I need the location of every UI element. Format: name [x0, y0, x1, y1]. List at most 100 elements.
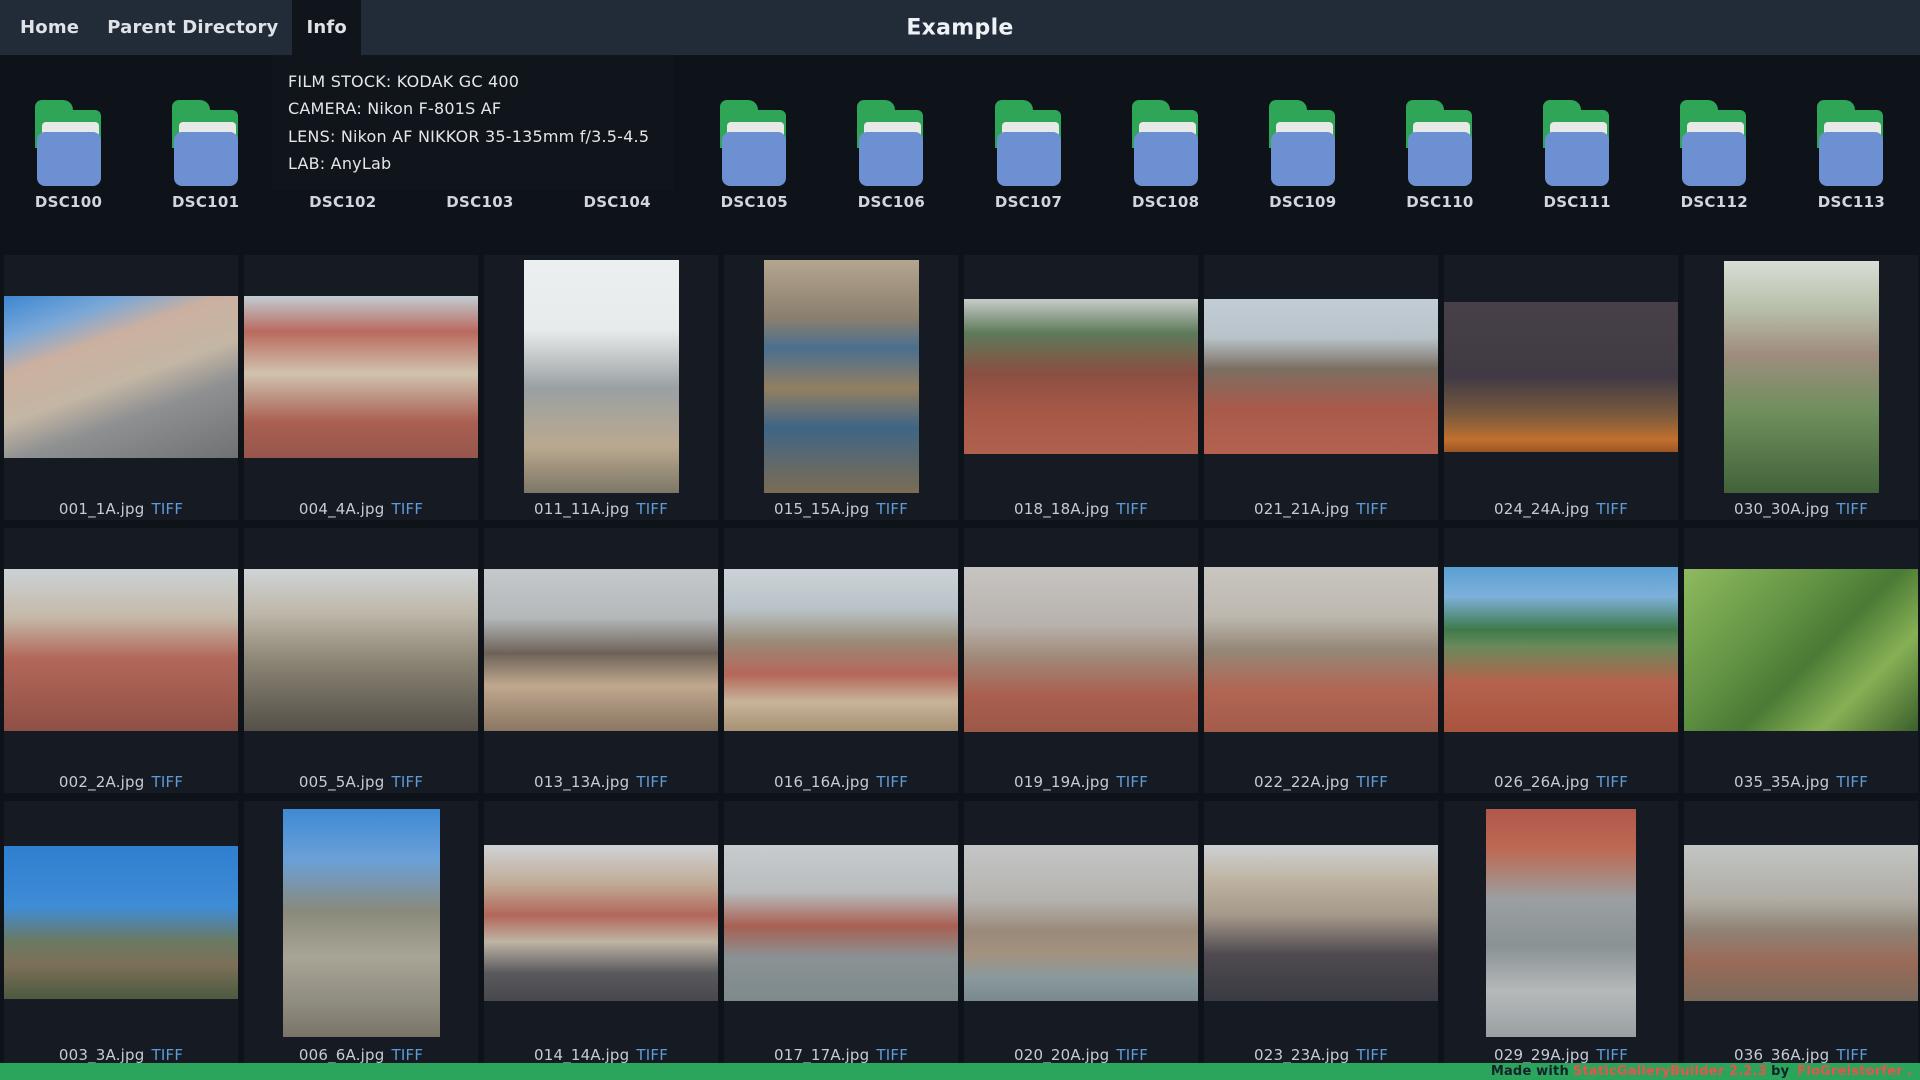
folder-dsc113[interactable]: DSC113: [1783, 100, 1920, 240]
photo-caption: 035_35A.jpg TIFF: [1684, 771, 1918, 793]
photo-filename: 026_26A.jpg: [1494, 773, 1589, 791]
photo-thumbnail[interactable]: [964, 845, 1198, 1001]
photo-filename: 004_4A.jpg: [299, 500, 385, 518]
photo-thumb-area: [1204, 528, 1438, 771]
photo-thumbnail[interactable]: [4, 296, 238, 458]
photo-filename: 018_18A.jpg: [1014, 500, 1109, 518]
photo-thumbnail[interactable]: [283, 809, 440, 1037]
photo-caption: 002_2A.jpg TIFF: [4, 771, 238, 793]
photo-thumbnail[interactable]: [1204, 567, 1438, 732]
nav-item-parent-directory[interactable]: Parent Directory: [93, 0, 292, 55]
folder-label: DSC101: [172, 193, 239, 211]
tiff-link[interactable]: TIFF: [636, 1046, 668, 1064]
tiff-link[interactable]: TIFF: [1836, 500, 1868, 518]
tiff-link[interactable]: TIFF: [1356, 773, 1388, 791]
photo-caption: 005_5A.jpg TIFF: [244, 771, 478, 793]
folder-icon: [1129, 100, 1203, 186]
tiff-link[interactable]: TIFF: [1116, 500, 1148, 518]
tiff-link[interactable]: TIFF: [876, 500, 908, 518]
photo-thumbnail[interactable]: [1684, 569, 1918, 731]
photo-caption: 030_30A.jpg TIFF: [1684, 498, 1918, 520]
folder-label: DSC104: [583, 193, 650, 211]
photo-cell-036-36a-jpg: 036_36A.jpg TIFF: [1684, 801, 1918, 1066]
tiff-link[interactable]: TIFF: [1116, 773, 1148, 791]
photo-filename: 014_14A.jpg: [534, 1046, 629, 1064]
photo-thumbnail[interactable]: [4, 846, 238, 999]
tiff-link[interactable]: TIFF: [1836, 1046, 1868, 1064]
photo-thumbnail[interactable]: [964, 567, 1198, 732]
footer-made-with: Made with: [1491, 1064, 1569, 1079]
photo-filename: 024_24A.jpg: [1494, 500, 1589, 518]
photo-filename: 017_17A.jpg: [774, 1046, 869, 1064]
folder-dsc110[interactable]: DSC110: [1371, 100, 1508, 240]
photo-thumbnail[interactable]: [1684, 845, 1918, 1001]
photo-thumbnail[interactable]: [1444, 567, 1678, 732]
photo-thumb-area: [244, 255, 478, 498]
tiff-link[interactable]: TIFF: [636, 773, 668, 791]
folder-dsc112[interactable]: DSC112: [1646, 100, 1783, 240]
photo-thumb-area: [244, 528, 478, 771]
photo-thumbnail[interactable]: [1204, 845, 1438, 1001]
folder-icon: [1814, 100, 1888, 186]
folder-dsc108[interactable]: DSC108: [1097, 100, 1234, 240]
tiff-link[interactable]: TIFF: [876, 773, 908, 791]
folder-dsc105[interactable]: DSC105: [686, 100, 823, 240]
photo-cell-016-16a-jpg: 016_16A.jpg TIFF: [724, 528, 958, 793]
tiff-link[interactable]: TIFF: [1356, 1046, 1388, 1064]
folder-label: DSC100: [35, 193, 102, 211]
photo-filename: 005_5A.jpg: [299, 773, 385, 791]
photo-thumb-area: [724, 801, 958, 1044]
folder-dsc101[interactable]: DSC101: [137, 100, 274, 240]
tiff-link[interactable]: TIFF: [1596, 500, 1628, 518]
folder-icon: [169, 100, 243, 186]
tiff-link[interactable]: TIFF: [152, 1046, 184, 1064]
photo-thumbnail[interactable]: [964, 299, 1198, 454]
tiff-link[interactable]: TIFF: [152, 773, 184, 791]
footer-by: by: [1771, 1064, 1789, 1079]
photo-thumbnail[interactable]: [244, 296, 478, 458]
folder-dsc109[interactable]: DSC109: [1234, 100, 1371, 240]
info-line: LAB: AnyLab: [288, 150, 658, 177]
photo-thumbnail[interactable]: [484, 845, 718, 1001]
folder-dsc107[interactable]: DSC107: [960, 100, 1097, 240]
nav-item-info[interactable]: Info: [292, 0, 361, 55]
tiff-link[interactable]: TIFF: [876, 1046, 908, 1064]
photo-thumbnail[interactable]: [524, 260, 679, 493]
folder-dsc106[interactable]: DSC106: [823, 100, 960, 240]
tiff-link[interactable]: TIFF: [392, 500, 424, 518]
photo-thumbnail[interactable]: [1444, 302, 1678, 452]
photo-thumbnail[interactable]: [484, 569, 718, 731]
photo-filename: 003_3A.jpg: [59, 1046, 145, 1064]
photo-thumbnail[interactable]: [724, 569, 958, 731]
folder-dsc100[interactable]: DSC100: [0, 100, 137, 240]
builder-link[interactable]: StaticGalleryBuilder 2.2.3: [1573, 1064, 1767, 1079]
tiff-link[interactable]: TIFF: [636, 500, 668, 518]
photo-thumb-area: [1444, 255, 1678, 498]
photo-thumbnail[interactable]: [1204, 299, 1438, 454]
nav-item-home[interactable]: Home: [6, 0, 93, 55]
photo-cell-014-14a-jpg: 014_14A.jpg TIFF: [484, 801, 718, 1066]
folder-label: DSC110: [1406, 193, 1473, 211]
photo-thumbnail[interactable]: [244, 569, 478, 731]
folder-dsc111[interactable]: DSC111: [1509, 100, 1646, 240]
tiff-link[interactable]: TIFF: [1596, 1046, 1628, 1064]
photo-thumb-area: [4, 528, 238, 771]
photo-cell-004-4a-jpg: 004_4A.jpg TIFF: [244, 255, 478, 520]
photo-thumbnail[interactable]: [4, 569, 238, 731]
tiff-link[interactable]: TIFF: [1356, 500, 1388, 518]
photo-thumbnail[interactable]: [764, 260, 919, 493]
tiff-link[interactable]: TIFF: [1116, 1046, 1148, 1064]
photo-cell-017-17a-jpg: 017_17A.jpg TIFF: [724, 801, 958, 1066]
tiff-link[interactable]: TIFF: [392, 773, 424, 791]
photo-thumbnail[interactable]: [1724, 261, 1879, 493]
photo-caption: 013_13A.jpg TIFF: [484, 771, 718, 793]
tiff-link[interactable]: TIFF: [152, 500, 184, 518]
tiff-link[interactable]: TIFF: [1596, 773, 1628, 791]
photo-thumbnail[interactable]: [724, 845, 958, 1001]
photo-thumbnail[interactable]: [1486, 809, 1636, 1037]
photo-thumb-area: [1444, 528, 1678, 771]
tiff-link[interactable]: TIFF: [1836, 773, 1868, 791]
tiff-link[interactable]: TIFF: [392, 1046, 424, 1064]
photo-caption: 021_21A.jpg TIFF: [1204, 498, 1438, 520]
author-link[interactable]: FloGreistorfer.: [1793, 1064, 1912, 1079]
